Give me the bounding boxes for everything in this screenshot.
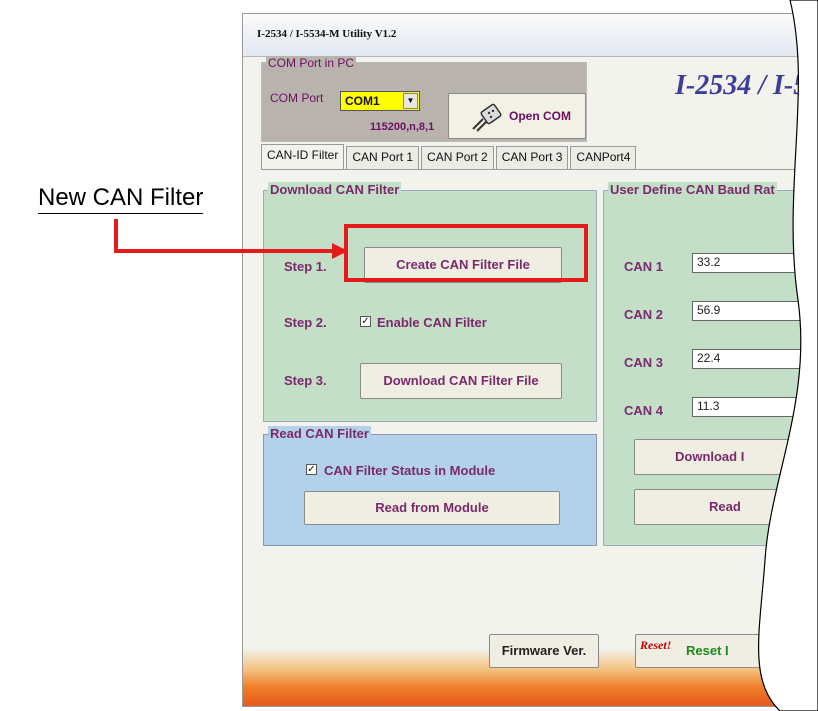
create-filter-button[interactable]: Create CAN Filter File	[364, 247, 562, 283]
title-bar: I-2534 / I-5534-M Utility V1.2	[243, 14, 818, 57]
read-filter-group: Read CAN Filter ✓ CAN Filter Status in M…	[263, 426, 597, 546]
chevron-down-icon[interactable]: ▼	[403, 93, 418, 109]
callout-label: New CAN Filter	[38, 184, 204, 214]
step1-label: Step 1.	[284, 259, 327, 274]
tab-bar: CAN-ID Filter CAN Port 1 CAN Port 2 CAN …	[261, 144, 638, 170]
download-baud-button[interactable]: Download I	[634, 439, 818, 475]
can4-label: CAN 4	[624, 403, 664, 418]
tab-can-port-1[interactable]: CAN Port 1	[346, 146, 420, 169]
download-filter-button[interactable]: Download CAN Filter File	[360, 363, 562, 399]
open-com-label: Open COM	[509, 109, 571, 123]
can4-baud-input[interactable]: 11.3	[692, 397, 818, 417]
com-port-value: COM1	[345, 94, 380, 108]
read-filter-legend: Read CAN Filter	[268, 426, 371, 441]
can3-baud-input[interactable]: 22.4	[692, 349, 818, 369]
baud-rate-group: User Define CAN Baud Rat CAN 1 33.2 CAN …	[603, 182, 818, 546]
can1-label: CAN 1	[624, 259, 664, 274]
open-com-button[interactable]: Open COM	[448, 93, 586, 139]
can1-baud-input[interactable]: 33.2	[692, 253, 818, 273]
window-title: I-2534 / I-5534-M Utility V1.2	[257, 28, 397, 40]
read-from-module-button[interactable]: Read from Module	[304, 491, 560, 525]
utility-window: I-2534 / I-5534-M Utility V1.2 COM Port …	[243, 14, 818, 706]
filter-status-checkbox[interactable]: ✓	[306, 464, 317, 475]
reset-label: Reset I	[686, 643, 729, 658]
step3-label: Step 3.	[284, 373, 327, 388]
reset-button[interactable]: Reset! Reset I	[635, 634, 785, 668]
product-title: I-2534 / I-55	[675, 70, 818, 101]
tab-can-port-2[interactable]: CAN Port 2	[421, 146, 494, 169]
can3-label: CAN 3	[624, 355, 664, 370]
com-port-label: COM Port	[270, 91, 324, 105]
baud-setting: 115200,n,8,1	[370, 121, 435, 133]
can2-label: CAN 2	[624, 307, 664, 322]
enable-filter-checkbox[interactable]: ✓	[360, 316, 371, 327]
enable-filter-label: Enable CAN Filter	[377, 315, 487, 330]
can2-baud-input[interactable]: 56.9	[692, 301, 818, 321]
reset-burst-icon: Reset!	[640, 638, 672, 652]
tab-can-port-4[interactable]: CANPort4	[570, 146, 637, 169]
tab-can-port-3[interactable]: CAN Port 3	[495, 146, 569, 169]
com-port-select[interactable]: COM1 ▼	[340, 91, 420, 111]
step2-label: Step 2.	[284, 315, 327, 330]
filter-status-label: CAN Filter Status in Module	[324, 463, 496, 478]
footer-gradient	[243, 554, 818, 706]
firmware-version-button[interactable]: Firmware Ver.	[489, 634, 599, 668]
tab-divider	[261, 169, 818, 170]
com-group-legend: COM Port in PC	[266, 56, 357, 70]
download-filter-legend: Download CAN Filter	[268, 182, 402, 197]
tab-can-id-filter[interactable]: CAN-ID Filter	[261, 144, 345, 170]
download-filter-group: Download CAN Filter Step 1. Create CAN F…	[263, 182, 597, 422]
com-port-group: COM Port in PC COM Port COM1 ▼ 115200,n,…	[261, 56, 587, 142]
baud-rate-legend: User Define CAN Baud Rat	[608, 182, 777, 197]
serial-plug-icon	[472, 103, 502, 132]
read-baud-button[interactable]: Read	[634, 489, 818, 525]
